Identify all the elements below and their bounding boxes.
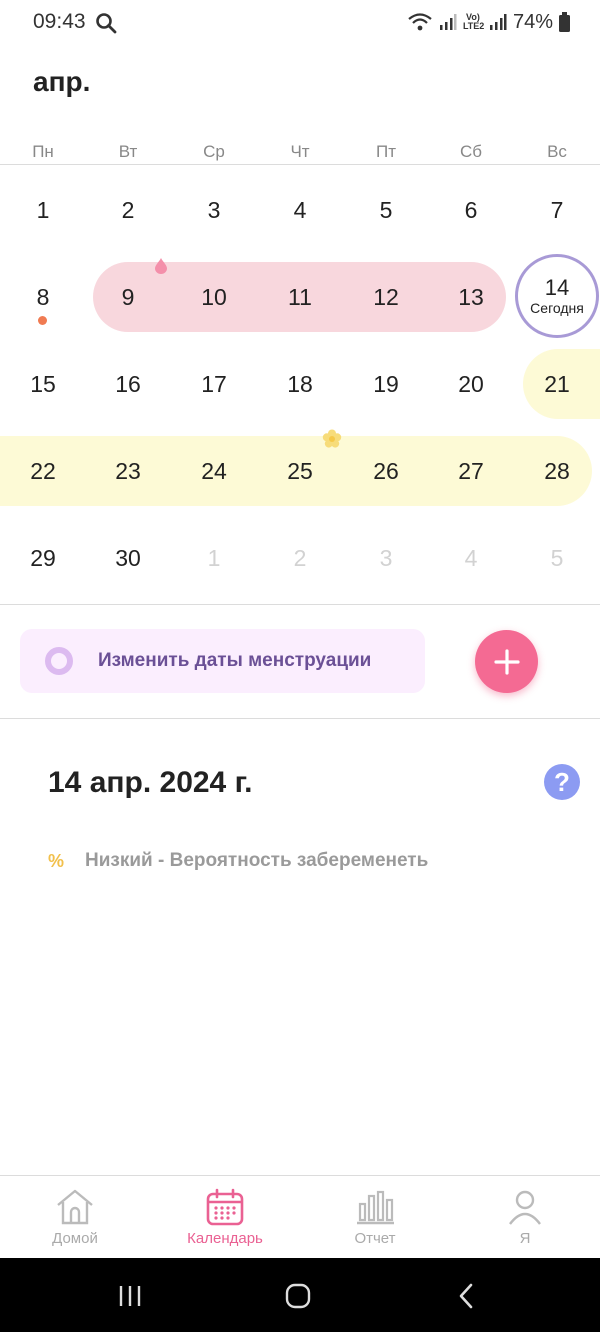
weekday-sat: Сб [459, 142, 482, 161]
nav-home-label: Домой [52, 1230, 98, 1247]
weekday-fri: Пт [375, 142, 396, 161]
calendar-day[interactable]: 19 [343, 340, 429, 428]
back-icon[interactable] [452, 1282, 482, 1310]
weekday-wed: Ср [203, 142, 225, 161]
blood-drop-icon [155, 258, 167, 274]
nav-profile[interactable]: Я [450, 1176, 600, 1259]
status-bar: 09:43 Vo) LTE2 74% [0, 0, 600, 44]
calendar-day[interactable]: 8 [0, 253, 86, 341]
profile-icon [509, 1190, 541, 1225]
signal-icon [439, 14, 457, 30]
ovulation-flower-icon [322, 429, 342, 448]
nav-report[interactable]: Отчет [300, 1176, 450, 1259]
search-icon [96, 13, 117, 34]
calendar-day[interactable]: 17 [171, 340, 257, 428]
calendar-day-next-month[interactable]: 2 [257, 514, 343, 602]
calendar-day-fertile[interactable]: 22 [0, 427, 86, 515]
divider [0, 604, 600, 605]
nav-home[interactable]: Домой [0, 1176, 150, 1259]
wifi-icon [408, 13, 432, 31]
calendar-grid: 1 2 3 4 5 6 7 8 9 10 11 12 13 14 Сегодня… [0, 166, 600, 602]
nav-calendar-label: Календарь [187, 1230, 263, 1247]
calendar-day[interactable]: 16 [85, 340, 171, 428]
pregnancy-probability-row: % Низкий - Вероятность забеременеть [48, 848, 428, 874]
calendar-day-fertile[interactable]: 21 [514, 340, 600, 428]
weekday-tue: Вт [118, 142, 138, 161]
battery-percent: 74% [512, 10, 553, 33]
calendar-day-fertile[interactable]: 23 [85, 427, 171, 515]
divider [0, 718, 600, 719]
divider [0, 164, 600, 165]
plus-icon [493, 648, 520, 675]
add-button[interactable] [475, 630, 538, 693]
calendar-day-fertile[interactable]: 27 [428, 427, 514, 515]
calendar-day-next-month[interactable]: 4 [428, 514, 514, 602]
edit-period-dates-button[interactable]: Изменить даты менструации [20, 629, 425, 693]
selected-date-title: 14 апр. 2024 г. [48, 766, 253, 799]
system-navigation-bar [0, 1258, 600, 1332]
calendar-day[interactable]: 4 [257, 166, 343, 254]
month-title: апр. [33, 66, 91, 97]
calendar-icon [206, 1188, 244, 1226]
today-label: Сегодня [530, 300, 584, 316]
calendar-day-fertile[interactable]: 28 [514, 427, 600, 515]
bar-chart-icon [357, 1190, 394, 1225]
calendar-day-today[interactable]: 14 Сегодня [515, 254, 599, 338]
calendar-day-fertile[interactable]: 24 [171, 427, 257, 515]
calendar-day[interactable]: 18 [257, 340, 343, 428]
calendar-day[interactable]: 15 [0, 340, 86, 428]
calendar-day[interactable]: 29 [0, 514, 86, 602]
home-icon [57, 1189, 93, 1225]
recent-apps-icon[interactable] [115, 1282, 145, 1310]
calendar-day-next-month[interactable]: 3 [343, 514, 429, 602]
calendar-day-period[interactable]: 10 [171, 253, 257, 341]
calendar-day-fertile[interactable]: 26 [343, 427, 429, 515]
calendar-day-period[interactable]: 12 [343, 253, 429, 341]
signal-icon-2 [489, 14, 507, 30]
help-icon[interactable]: ? [544, 764, 580, 800]
calendar-day[interactable]: 7 [514, 166, 600, 254]
ovulation-dot-icon [38, 316, 47, 325]
weekday-thu: Чт [290, 142, 310, 161]
weekday-sun: Вс [547, 142, 567, 161]
calendar-day[interactable]: 20 [428, 340, 514, 428]
nav-report-label: Отчет [354, 1230, 396, 1247]
calendar-day-period[interactable]: 13 [428, 253, 514, 341]
nav-profile-label: Я [519, 1230, 531, 1247]
network-label: Vo) LTE2 [462, 12, 485, 31]
calendar-day-next-month[interactable]: 5 [514, 514, 600, 602]
calendar-day[interactable]: 2 [85, 166, 171, 254]
calendar-day[interactable]: 30 [85, 514, 171, 602]
weekday-header: Пн Вт Ср Чт Пт Сб Вс [0, 140, 600, 164]
today-day-number: 14 [544, 275, 570, 300]
status-time: 09:43 [33, 10, 86, 33]
calendar-day[interactable]: 1 [0, 166, 86, 254]
period-circle-icon [45, 647, 73, 675]
calendar-day-period[interactable]: 11 [257, 253, 343, 341]
pregnancy-probability-text: Низкий - Вероятность забеременеть [85, 850, 429, 871]
calendar-day[interactable]: 3 [171, 166, 257, 254]
nav-calendar[interactable]: Календарь [150, 1176, 300, 1259]
edit-period-label: Изменить даты менструации [98, 650, 372, 671]
calendar-day-next-month[interactable]: 1 [171, 514, 257, 602]
calendar-day[interactable]: 5 [343, 166, 429, 254]
home-button-icon[interactable] [283, 1282, 313, 1310]
percent-icon: % [48, 850, 65, 871]
calendar-day[interactable]: 6 [428, 166, 514, 254]
battery-icon [559, 12, 570, 32]
bottom-navigation: Домой Календарь Отчет Я [0, 1175, 600, 1258]
weekday-mon: Пн [32, 142, 54, 161]
